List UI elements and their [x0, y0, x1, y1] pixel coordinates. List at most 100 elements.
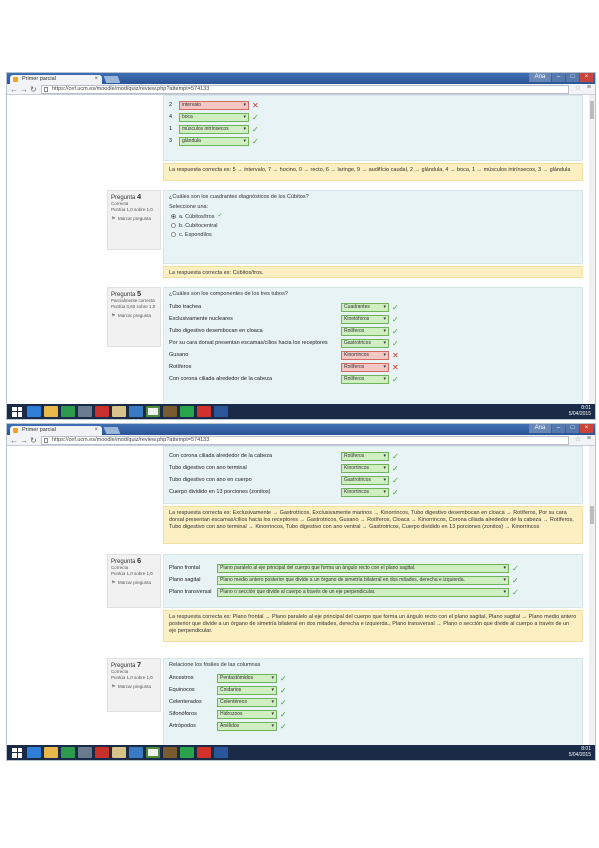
chrome-icon[interactable]: [146, 747, 160, 758]
answer-select[interactable]: Rotíferos: [341, 326, 389, 336]
answer-select[interactable]: Rotíferos: [341, 374, 389, 384]
back-arrow-icon[interactable]: ←: [10, 436, 18, 445]
game-app-icon[interactable]: [163, 747, 177, 758]
user-badge[interactable]: Ana: [529, 73, 551, 82]
answer-select[interactable]: Kinorrincos: [341, 350, 389, 360]
answer-select[interactable]: músculos intrínsecos: [179, 124, 249, 134]
answer-select[interactable]: Kinorrincos: [341, 463, 389, 473]
file-explorer-icon[interactable]: [44, 747, 58, 758]
flag-question[interactable]: ⚑ Marcar pregunta: [111, 580, 157, 586]
minimize-button[interactable]: –: [552, 73, 565, 82]
browser-menu-icon[interactable]: ≡: [587, 84, 591, 91]
answer-option[interactable]: c. Espondilos: [171, 230, 577, 239]
network-app-icon[interactable]: [129, 747, 143, 758]
notes-app-icon[interactable]: [112, 747, 126, 758]
new-tab-button[interactable]: [103, 427, 121, 434]
notes-app-icon[interactable]: [112, 406, 126, 417]
windows-start-icon[interactable]: [12, 406, 22, 417]
flag-question[interactable]: ⚑ Marcar pregunta: [111, 684, 157, 690]
internet-explorer-icon[interactable]: [27, 747, 41, 758]
radio-button[interactable]: [171, 214, 176, 219]
reload-icon[interactable]: ↻: [30, 436, 37, 445]
close-tab-icon[interactable]: ×: [94, 75, 98, 84]
answer-option[interactable]: a. Cúbitos/tros ✓: [171, 212, 577, 221]
close-tab-icon[interactable]: ×: [94, 426, 98, 435]
internet-explorer-icon[interactable]: [27, 406, 41, 417]
windows-start-icon[interactable]: [12, 747, 22, 758]
answer-select[interactable]: Celentéreos: [217, 697, 277, 707]
answer-select[interactable]: Pentastómidos: [217, 673, 277, 683]
match-label: Tubo digestivo desembocan en cloaca: [169, 328, 263, 334]
radio-button[interactable]: [171, 232, 176, 237]
answer-select[interactable]: Cuadrantes: [341, 302, 389, 312]
match-row: 3 glándula✓: [169, 135, 577, 147]
answer-select[interactable]: glándula: [179, 136, 249, 146]
answer-select[interactable]: Cnidarios: [217, 685, 277, 695]
page-scrollbar[interactable]: [589, 446, 595, 745]
radio-button[interactable]: [171, 223, 176, 228]
answer-select[interactable]: Plano medio antero posterior que divide …: [217, 575, 509, 585]
answer-select[interactable]: Kinetóforos: [341, 314, 389, 324]
browser-menu-icon[interactable]: ≡: [587, 435, 591, 442]
spotify-icon[interactable]: [180, 747, 194, 758]
match-label: 2: [169, 102, 173, 108]
flag-question[interactable]: ⚑ Marcar pregunta: [111, 216, 157, 222]
browser-tab[interactable]: Primer parcial ×: [10, 426, 102, 435]
match-row: Equinocos Cnidarios✓: [169, 684, 577, 696]
browser-tab[interactable]: Primer parcial ×: [10, 75, 102, 84]
game-app-icon[interactable]: [163, 406, 177, 417]
forward-arrow-icon[interactable]: →: [20, 436, 28, 445]
power-app-icon[interactable]: [95, 406, 109, 417]
acrobat-icon[interactable]: [197, 747, 211, 758]
maximize-button[interactable]: □: [566, 73, 579, 82]
power-app-icon[interactable]: [95, 747, 109, 758]
spotify-icon[interactable]: [180, 406, 194, 417]
close-window-button[interactable]: ×: [580, 73, 593, 82]
new-tab-button[interactable]: [103, 76, 121, 83]
page-content: Con corona ciliada alrededor de la cabez…: [7, 446, 595, 745]
system-tray-clock[interactable]: 8:01 5/04/2015: [569, 405, 591, 417]
check-icon: ✓: [392, 314, 399, 324]
system-tray-clock[interactable]: 8:01 5/04/2015: [569, 746, 591, 758]
address-bar[interactable]: https://cef.ucm.es/moodle/mod/quiz/revie…: [41, 436, 569, 445]
answer-select[interactable]: intervalo: [179, 100, 249, 110]
reload-icon[interactable]: ↻: [30, 85, 37, 94]
close-window-button[interactable]: ×: [580, 424, 593, 433]
answer-select[interactable]: Gastrotricos: [341, 475, 389, 485]
back-arrow-icon[interactable]: ←: [10, 85, 18, 94]
minimize-button[interactable]: –: [552, 424, 565, 433]
bookmark-star-icon[interactable]: ☆: [575, 435, 581, 443]
question-number: Pregunta 6: [111, 556, 142, 565]
bookmark-star-icon[interactable]: ☆: [575, 84, 581, 92]
match-label: Gusano: [169, 352, 189, 358]
page-scrollbar[interactable]: [589, 95, 595, 404]
maximize-button[interactable]: □: [566, 424, 579, 433]
answer-select[interactable]: Plano o sección que divide al cuerpo a t…: [217, 587, 509, 597]
word-icon[interactable]: [214, 747, 228, 758]
flag-question[interactable]: ⚑ Marcar pregunta: [111, 313, 157, 319]
acrobat-icon[interactable]: [197, 406, 211, 417]
user-badge[interactable]: Ana: [529, 424, 551, 433]
store-icon[interactable]: [61, 406, 75, 417]
store-icon[interactable]: [61, 747, 75, 758]
file-explorer-icon[interactable]: [44, 406, 58, 417]
match-label: 1: [169, 126, 173, 132]
answer-option[interactable]: b. Cubitocentral: [171, 221, 577, 230]
question-text: Relacione los fósiles de las columnas: [169, 662, 261, 668]
answer-select[interactable]: Anélidos: [217, 721, 277, 731]
chrome-icon[interactable]: [146, 406, 160, 417]
answer-select[interactable]: Kinorrincos: [341, 487, 389, 497]
answer-select[interactable]: boca: [179, 112, 249, 122]
media-app-icon[interactable]: [78, 406, 92, 417]
answer-select[interactable]: Gastrotricos: [341, 338, 389, 348]
word-icon[interactable]: [214, 406, 228, 417]
media-app-icon[interactable]: [78, 747, 92, 758]
network-app-icon[interactable]: [129, 406, 143, 417]
forward-arrow-icon[interactable]: →: [20, 85, 28, 94]
answer-select[interactable]: Rotíferos: [341, 451, 389, 461]
answer-select[interactable]: Rotíferos: [341, 362, 389, 372]
address-bar[interactable]: https://cef.ucm.es/moodle/mod/quiz/revie…: [41, 85, 569, 94]
answer-select[interactable]: Hidrozoos: [217, 709, 277, 719]
answer-select[interactable]: Plano paralelo al eje principal del cuer…: [217, 563, 509, 573]
question-number: Pregunta 4: [111, 192, 142, 201]
